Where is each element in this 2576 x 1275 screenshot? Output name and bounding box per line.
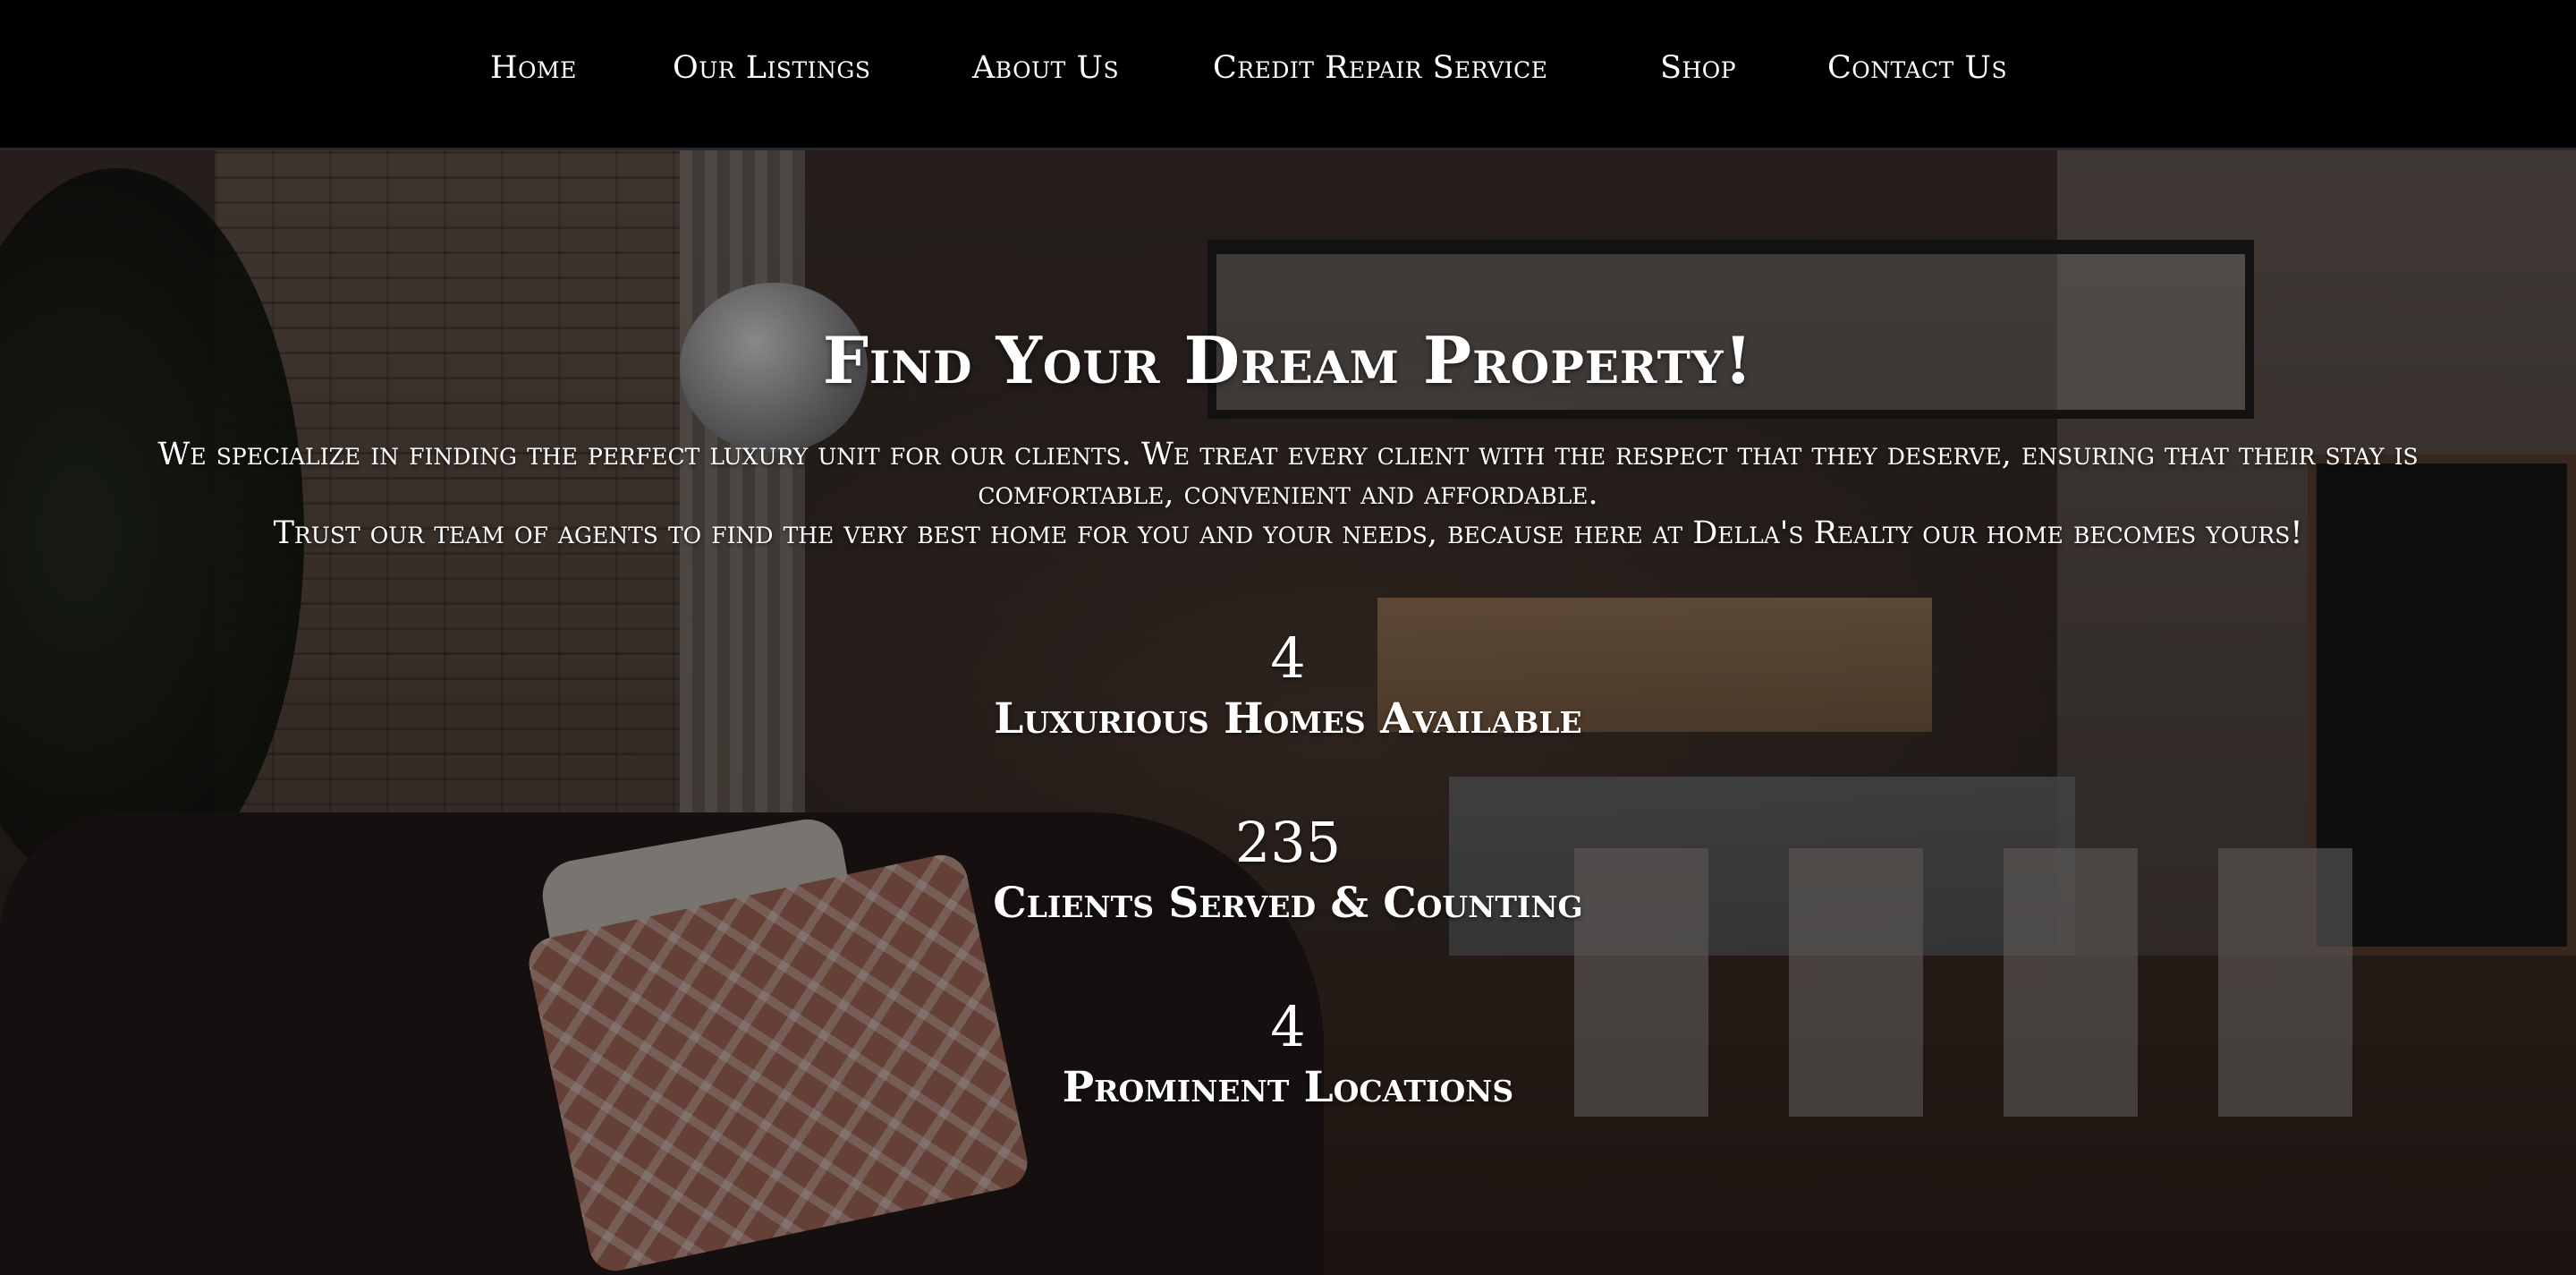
nav-our-listings-link[interactable]: Our Listings: [673, 47, 870, 89]
hero-description-line: We specialize in finding the perfect lux…: [157, 437, 2419, 512]
hero-description-line: Trust our team of agents to find the ver…: [273, 515, 2303, 551]
hero-description: We specialize in finding the perfect lux…: [134, 435, 2442, 553]
hero-content: Find Your Dream Property! We specialize …: [0, 150, 2576, 1275]
hero-title: Find Your Dream Property!: [822, 322, 1754, 398]
stat-block: 235 Clients Served & Counting: [0, 811, 2576, 932]
nav-about-us-link[interactable]: About Us: [972, 47, 1119, 89]
stat-block: 4 Luxurious Homes Available: [0, 626, 2576, 748]
stat-label: Clients Served & Counting: [993, 879, 1583, 928]
stat-block: 4 Prominent Locations: [0, 995, 2576, 1117]
stat-number: 235: [1234, 810, 1342, 875]
nav-credit-repair-link[interactable]: Credit Repair Service: [1213, 47, 1548, 89]
stat-number: 4: [1270, 625, 1306, 691]
hero-section: Find Your Dream Property! We specialize …: [0, 150, 2576, 1275]
stat-label: Luxurious Homes Available: [994, 694, 1582, 744]
top-nav: Home Our Listings About Us Credit Repair…: [0, 0, 2576, 150]
page: Home Our Listings About Us Credit Repair…: [0, 0, 2576, 1275]
nav-contact-us-link[interactable]: Contact Us: [1827, 47, 2007, 89]
stat-label: Prominent Locations: [1062, 1063, 1514, 1112]
nav-home-link[interactable]: Home: [490, 47, 577, 89]
nav-shop-link[interactable]: Shop: [1660, 47, 1736, 89]
stat-number: 4: [1270, 994, 1306, 1059]
